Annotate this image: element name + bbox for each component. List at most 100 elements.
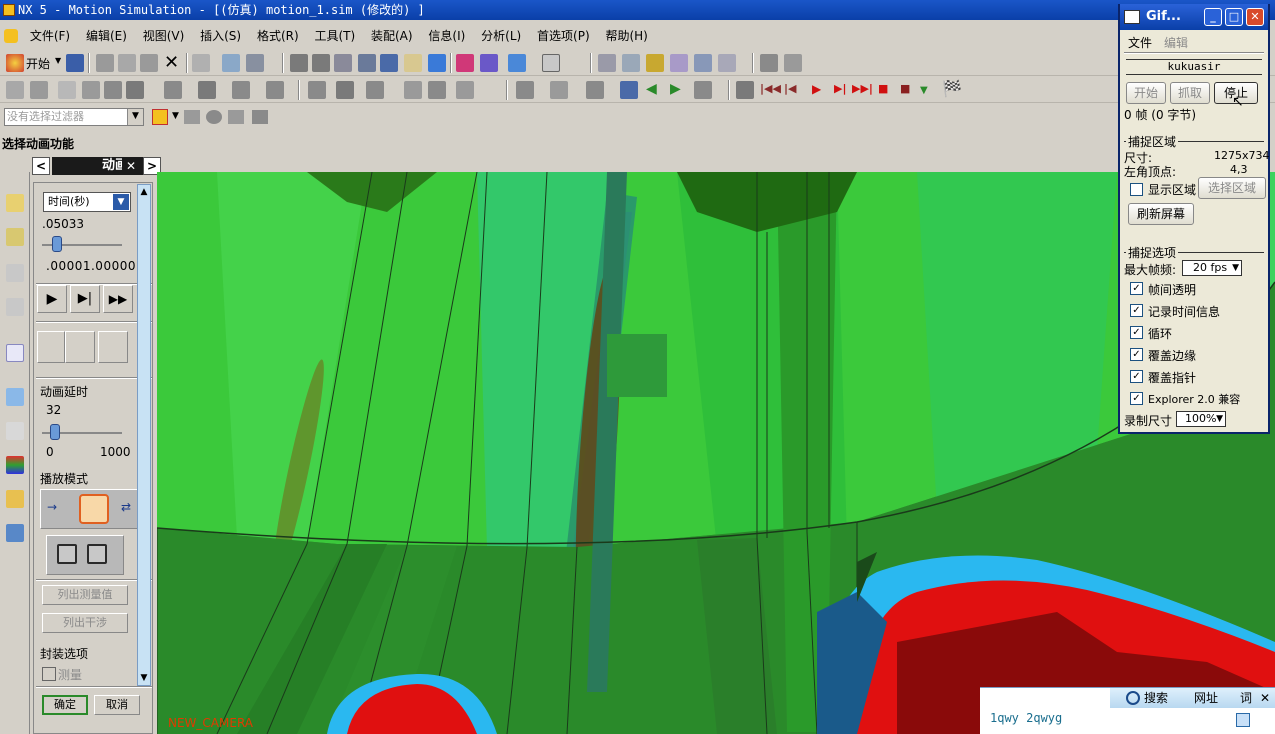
option-checkbox-1[interactable]: ✓: [1130, 304, 1143, 317]
record-size-select[interactable]: 100% ▼: [1176, 411, 1226, 427]
measure-checkbox[interactable]: [42, 667, 56, 681]
orient-icon[interactable]: [480, 54, 498, 72]
time-unit-dropdown-icon[interactable]: ▼: [113, 194, 129, 210]
zoom-in-icon[interactable]: [358, 54, 376, 72]
panel-back-icon[interactable]: <: [32, 157, 50, 175]
panel-close-icon[interactable]: ✕: [122, 157, 140, 175]
menu-preferences[interactable]: 首选项(P): [531, 25, 596, 47]
scroll-up-icon[interactable]: ▲: [138, 185, 150, 199]
display-icon[interactable]: [246, 54, 264, 72]
export-icon[interactable]: ▼: [920, 85, 928, 96]
ok-button[interactable]: 确定: [42, 695, 88, 715]
sketch-icon[interactable]: [6, 81, 24, 99]
contact-icon[interactable]: [308, 81, 326, 99]
search-icon[interactable]: [1126, 691, 1140, 705]
step-forward-button[interactable]: ▶|: [70, 285, 100, 313]
option-checkbox-3[interactable]: ✓: [1130, 348, 1143, 361]
show-area-checkbox[interactable]: [1130, 183, 1143, 196]
menu-format[interactable]: 格式(R): [251, 25, 305, 47]
gif-menu-edit[interactable]: 编辑: [1164, 34, 1188, 51]
damper-icon[interactable]: [198, 81, 216, 99]
zoom-icon[interactable]: [334, 54, 352, 72]
export-images-button[interactable]: [65, 331, 95, 363]
assembly-navigator-icon[interactable]: [6, 194, 24, 212]
measure-icon[interactable]: [760, 54, 778, 72]
panel-scrollbar[interactable]: ▲ ▼: [137, 184, 151, 686]
joint-icon[interactable]: [126, 81, 144, 99]
function-icon[interactable]: [58, 81, 76, 99]
option-checkbox-0[interactable]: ✓: [1130, 282, 1143, 295]
select-edge-icon[interactable]: [228, 110, 244, 124]
system-scenes-icon[interactable]: [6, 524, 24, 542]
gif-start-button[interactable]: 开始: [1126, 82, 1166, 104]
refresh-screen-button[interactable]: 刷新屏幕: [1128, 203, 1194, 225]
motion-navigator-icon[interactable]: [6, 298, 24, 316]
environment-icon[interactable]: [456, 81, 474, 99]
snap-icon-5[interactable]: [694, 54, 712, 72]
menu-edit[interactable]: 编辑(E): [80, 25, 133, 47]
menu-view[interactable]: 视图(V): [137, 25, 191, 47]
next-frame-icon[interactable]: ▶|: [834, 82, 846, 95]
loop-icon[interactable]: [694, 81, 712, 99]
gif-capture-button[interactable]: 抓取: [1170, 82, 1210, 104]
solve-icon[interactable]: [516, 81, 534, 99]
torque-icon[interactable]: [266, 81, 284, 99]
snap-icon-1[interactable]: [598, 54, 616, 72]
start-button[interactable]: 开始: [26, 55, 50, 72]
perspective-icon[interactable]: [428, 54, 446, 72]
option-checkbox-4[interactable]: ✓: [1130, 370, 1143, 383]
close-icon[interactable]: ✕: [1246, 8, 1264, 26]
gear-icon[interactable]: [336, 81, 354, 99]
menu-tools[interactable]: 工具(T): [308, 25, 361, 47]
snap-icon-2[interactable]: [622, 54, 640, 72]
solution-icon[interactable]: [428, 81, 446, 99]
save-icon[interactable]: [66, 54, 84, 72]
rotate-icon[interactable]: [380, 54, 398, 72]
fast-forward-button[interactable]: ▶▶: [103, 285, 133, 313]
trace-icon[interactable]: [57, 544, 77, 564]
graph-icon[interactable]: [586, 81, 604, 99]
minimize-icon[interactable]: _: [1204, 8, 1222, 26]
play-once-icon[interactable]: →: [47, 500, 57, 514]
loop-mode-icon[interactable]: [79, 494, 109, 524]
export-movie-button[interactable]: [98, 331, 128, 363]
word-label[interactable]: 词: [1240, 688, 1252, 708]
curve-icon[interactable]: [30, 81, 48, 99]
solver-icon[interactable]: [404, 81, 422, 99]
time-unit-select[interactable]: 时间(秒) ▼: [43, 192, 131, 212]
part-navigator-icon[interactable]: [6, 264, 24, 282]
pan-icon[interactable]: [404, 54, 422, 72]
select-area-button[interactable]: 选择区域: [1198, 177, 1266, 199]
finish-flag-icon[interactable]: 🏁: [942, 79, 962, 98]
select-icon[interactable]: [222, 54, 240, 72]
cut-icon[interactable]: [96, 54, 114, 72]
step-back-icon[interactable]: ◀: [646, 81, 657, 97]
graphics-viewport[interactable]: NEW_CAMERA: [157, 172, 1275, 734]
snapshot-button[interactable]: [37, 331, 65, 363]
spring-icon[interactable]: [164, 81, 182, 99]
max-fps-select[interactable]: 20 fps ▼: [1182, 260, 1242, 276]
step-forward-icon[interactable]: ▶: [670, 81, 681, 97]
play-icon[interactable]: ▶: [812, 82, 821, 96]
menu-assembly[interactable]: 装配(A): [365, 25, 419, 47]
animation-icon[interactable]: [736, 81, 754, 99]
menu-help[interactable]: 帮助(H): [599, 25, 653, 47]
explode-icon[interactable]: [87, 544, 107, 564]
snap-icon-3[interactable]: [646, 54, 664, 72]
snap-dropdown-icon[interactable]: ▼: [172, 111, 179, 121]
snap-icon-6[interactable]: [718, 54, 736, 72]
layers-icon[interactable]: [456, 54, 474, 72]
ime-settings-icon[interactable]: [1236, 713, 1250, 727]
fit-icon[interactable]: [290, 54, 308, 72]
time-slider-thumb[interactable]: [52, 236, 62, 252]
marker-icon[interactable]: [366, 81, 384, 99]
table-icon[interactable]: [620, 81, 638, 99]
menu-file[interactable]: 文件(F): [24, 25, 76, 47]
list-measure-button[interactable]: 列出测量值: [42, 585, 128, 605]
stop-icon[interactable]: ■: [900, 82, 910, 95]
render-style-icon[interactable]: [508, 54, 526, 72]
list-interference-button[interactable]: 列出干涉: [42, 613, 128, 633]
select-face-icon[interactable]: [184, 110, 200, 124]
gif-menu-file[interactable]: 文件: [1128, 34, 1152, 51]
menu-insert[interactable]: 插入(S): [194, 25, 247, 47]
